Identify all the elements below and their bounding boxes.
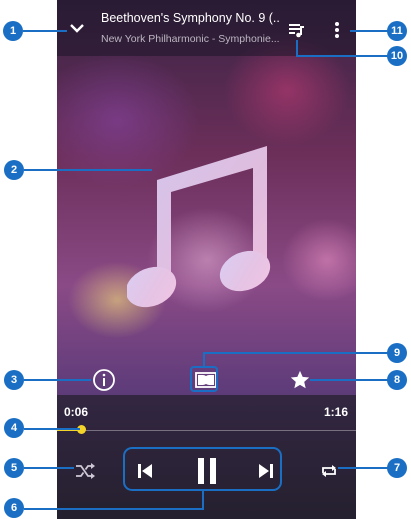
callout-line-6-vertical: [202, 491, 204, 509]
callout-line-11: [350, 30, 388, 32]
callout-line-5: [24, 467, 74, 469]
total-time: 1:16: [323, 405, 348, 419]
callout-11: 11: [387, 21, 407, 41]
callout-line-1: [23, 30, 67, 32]
dolby-highlight: [190, 366, 218, 392]
more-vert-icon[interactable]: [325, 18, 349, 42]
callout-6: 6: [4, 498, 24, 518]
callout-line-6: [24, 508, 204, 510]
callout-2: 2: [4, 160, 24, 180]
repeat-icon[interactable]: [316, 458, 342, 484]
callout-line-9-vertical: [203, 353, 205, 367]
info-icon[interactable]: [91, 367, 117, 393]
callout-1: 1: [3, 21, 23, 41]
callout-line-4: [24, 428, 80, 430]
callout-line-9: [203, 352, 388, 354]
callout-10: 10: [387, 46, 407, 66]
track-subtitle: New York Philharmonic - Symphonie...: [101, 33, 280, 45]
now-playing-header: Beethoven's Symphony No. 9 (... New York…: [57, 0, 356, 56]
queue-music-icon[interactable]: [284, 18, 308, 42]
callout-line-7: [338, 467, 388, 469]
callout-9: 9: [387, 343, 407, 363]
callout-line-2: [24, 169, 152, 171]
callout-7: 7: [387, 458, 407, 478]
elapsed-time: 0:06: [64, 405, 89, 419]
annotated-screenshot: Beethoven's Symphony No. 9 (... New York…: [0, 0, 411, 519]
shuffle-icon[interactable]: [72, 458, 98, 484]
music-note-icon: [125, 140, 277, 310]
callout-8: 8: [387, 370, 407, 390]
chevron-down-icon[interactable]: [65, 16, 89, 40]
callout-5: 5: [4, 458, 24, 478]
music-player-screen: Beethoven's Symphony No. 9 (... New York…: [57, 0, 356, 519]
callout-line-3: [24, 379, 91, 381]
callout-line-10-vertical: [296, 40, 298, 56]
playback-controls-highlight: [123, 447, 282, 491]
seek-bar[interactable]: [57, 430, 356, 431]
track-title: Beethoven's Symphony No. 9 (...: [101, 11, 281, 25]
callout-line-8: [310, 379, 388, 381]
callout-4: 4: [4, 418, 24, 438]
callout-3: 3: [4, 370, 24, 390]
callout-line-10: [296, 55, 388, 57]
